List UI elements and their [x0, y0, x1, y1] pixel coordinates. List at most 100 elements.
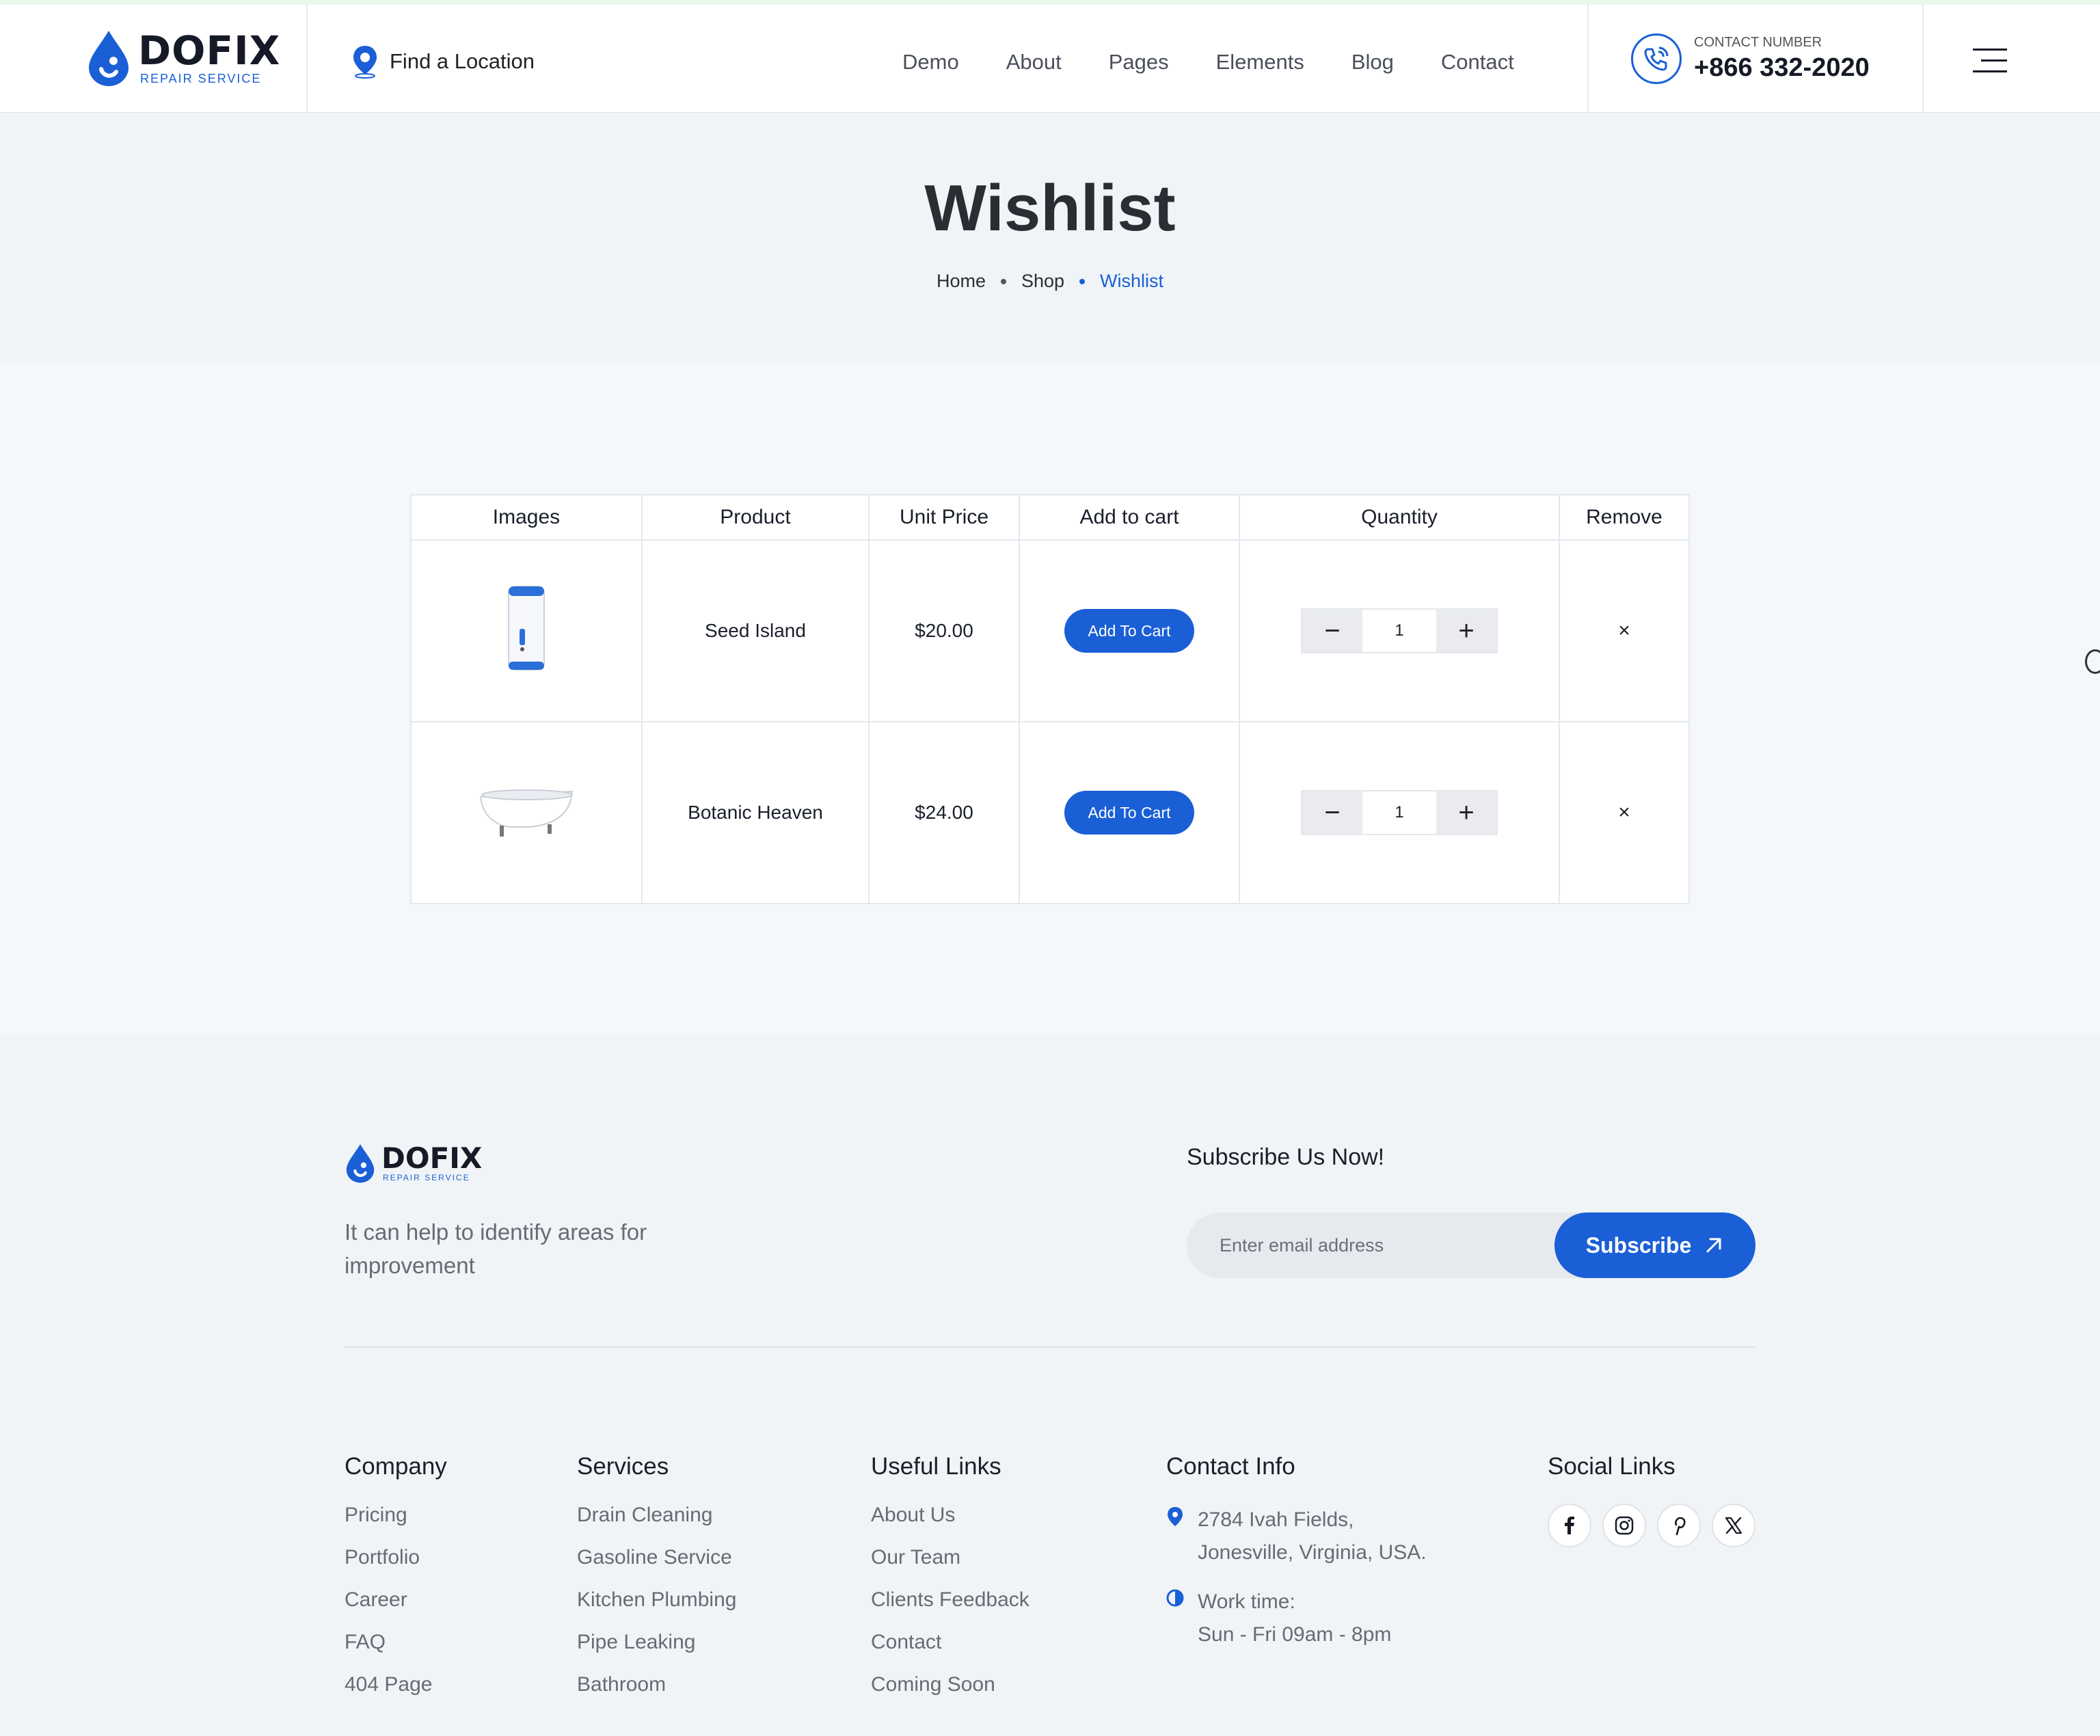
footer-services-column: Services Drain Cleaning Gasoline Service…: [577, 1453, 736, 1715]
company-heading: Company: [345, 1453, 447, 1480]
phone-icon: [1631, 33, 1682, 84]
footer-social-column: Social Links: [1548, 1453, 1766, 1547]
nav-blog[interactable]: Blog: [1351, 50, 1394, 74]
nav-about[interactable]: About: [1006, 50, 1062, 74]
pinterest-icon[interactable]: [1657, 1504, 1701, 1547]
contact-info-heading: Contact Info: [1166, 1453, 1295, 1480]
table-row: Botanic Heaven $24.00 Add To Cart − 1 + …: [410, 721, 1690, 904]
link-bathroom[interactable]: Bathroom: [577, 1673, 736, 1715]
col-images: Images: [410, 494, 643, 541]
unit-price: $20.00: [868, 539, 1020, 722]
nav-pages[interactable]: Pages: [1109, 50, 1169, 74]
col-quantity: Quantity: [1239, 494, 1560, 541]
contact-number-block[interactable]: CONTACT NUMBER +866 332-2020: [1631, 33, 1870, 84]
link-gasoline-service[interactable]: Gasoline Service: [577, 1546, 736, 1588]
useful-links-heading: Useful Links: [871, 1453, 1001, 1480]
link-portfolio[interactable]: Portfolio: [345, 1546, 447, 1588]
link-career[interactable]: Career: [345, 1588, 447, 1631]
remove-icon[interactable]: ×: [1618, 619, 1630, 642]
facebook-icon[interactable]: [1548, 1504, 1591, 1547]
product-name[interactable]: Seed Island: [641, 539, 870, 722]
link-about-us[interactable]: About Us: [871, 1504, 1029, 1546]
subscribe-button[interactable]: Subscribe: [1554, 1212, 1755, 1278]
remove-icon[interactable]: ×: [1618, 801, 1630, 824]
page-title: Wishlist: [924, 172, 1176, 245]
remove-cell: ×: [1559, 539, 1690, 722]
find-location-link[interactable]: Find a Location: [350, 44, 535, 79]
qty-plus-button[interactable]: +: [1436, 791, 1496, 834]
work-time-hours: Sun - Fri 09am - 8pm: [1198, 1623, 1392, 1646]
brand-name: DOFIX: [138, 27, 281, 74]
social-links-heading: Social Links: [1548, 1453, 1675, 1480]
email-input[interactable]: [1220, 1212, 1548, 1278]
address-item: 2784 Ivah Fields, Jonesville, Virginia, …: [1166, 1504, 1427, 1569]
link-coming-soon[interactable]: Coming Soon: [871, 1673, 1029, 1715]
quantity-cell: − 1 +: [1239, 721, 1560, 904]
qty-value[interactable]: 1: [1362, 610, 1436, 652]
address-line-1: 2784 Ivah Fields,: [1198, 1508, 1354, 1531]
site-header: DOFIX REPAIR SERVICE Find a Location Dem…: [0, 5, 2100, 113]
qty-value[interactable]: 1: [1362, 791, 1436, 834]
link-drain-cleaning[interactable]: Drain Cleaning: [577, 1504, 736, 1546]
footer-brand-tagline: REPAIR SERVICE: [383, 1173, 470, 1182]
link-clients-feedback[interactable]: Clients Feedback: [871, 1588, 1029, 1631]
add-to-cart-button[interactable]: Add To Cart: [1064, 791, 1194, 835]
col-unit-price: Unit Price: [868, 494, 1020, 541]
footer-useful-links-column: Useful Links About Us Our Team Clients F…: [871, 1453, 1029, 1715]
brand-logo[interactable]: DOFIX REPAIR SERVICE: [86, 29, 280, 87]
link-pipe-leaking[interactable]: Pipe Leaking: [577, 1631, 736, 1673]
table-row: Seed Island $20.00 Add To Cart − 1 + ×: [410, 539, 1690, 722]
hamburger-menu-icon[interactable]: [1973, 49, 2007, 73]
work-time-label: Work time:: [1198, 1590, 1295, 1613]
product-image-cell: [410, 539, 643, 722]
subscribe-label: Subscribe: [1585, 1232, 1692, 1258]
nav-demo[interactable]: Demo: [902, 50, 959, 74]
link-404[interactable]: 404 Page: [345, 1673, 447, 1715]
add-to-cart-cell: Add To Cart: [1019, 721, 1240, 904]
add-to-cart-button[interactable]: Add To Cart: [1064, 609, 1194, 653]
social-icons: [1548, 1504, 1766, 1547]
address-line-2: Jonesville, Virginia, USA.: [1198, 1541, 1427, 1564]
contact-label: CONTACT NUMBER: [1694, 35, 1822, 50]
water-drop-icon: [89, 31, 129, 86]
footer-contact-column: Contact Info 2784 Ivah Fields, Jonesvill…: [1166, 1453, 1427, 1668]
nav-elements[interactable]: Elements: [1216, 50, 1304, 74]
arrow-up-right-icon: [1706, 1238, 1721, 1253]
link-faq[interactable]: FAQ: [345, 1631, 447, 1673]
header-divider: [1922, 5, 1924, 113]
link-kitchen-plumbing[interactable]: Kitchen Plumbing: [577, 1588, 736, 1631]
site-footer: [0, 1033, 2100, 1736]
footer-divider: [345, 1346, 1755, 1348]
nav-contact[interactable]: Contact: [1441, 50, 1514, 74]
brand-wordmark: DOFIX REPAIR SERVICE: [138, 31, 280, 86]
col-add-to-cart: Add to cart: [1019, 494, 1240, 541]
top-accent-line: [0, 0, 2100, 5]
contact-number: +866 332-2020: [1694, 53, 1870, 82]
quantity-cell: − 1 +: [1239, 539, 1560, 722]
qty-plus-button[interactable]: +: [1436, 610, 1496, 652]
breadcrumb-home[interactable]: Home: [937, 271, 986, 292]
instagram-icon[interactable]: [1602, 1504, 1646, 1547]
work-time-item: Work time: Sun - Fri 09am - 8pm: [1166, 1586, 1427, 1651]
unit-price: $24.00: [868, 721, 1020, 904]
x-icon[interactable]: [1712, 1504, 1755, 1547]
bathtub-image[interactable]: [475, 776, 578, 845]
footer-company-column: Company Pricing Portfolio Career FAQ 404…: [345, 1453, 447, 1715]
location-pin-icon: [1168, 1507, 1183, 1526]
breadcrumb-separator: [1079, 278, 1086, 284]
product-name[interactable]: Botanic Heaven: [641, 721, 870, 904]
footer-description: It can help to identify areas for improv…: [345, 1219, 647, 1278]
header-divider: [306, 5, 308, 113]
qty-minus-button[interactable]: −: [1302, 791, 1362, 834]
scroll-side-icon[interactable]: [2085, 649, 2100, 674]
link-contact[interactable]: Contact: [871, 1631, 1029, 1673]
qty-minus-button[interactable]: −: [1302, 610, 1362, 652]
link-pricing[interactable]: Pricing: [345, 1504, 447, 1546]
footer-logo[interactable]: DOFIX REPAIR SERVICE: [345, 1143, 482, 1184]
water-heater-image[interactable]: [499, 581, 554, 677]
link-our-team[interactable]: Our Team: [871, 1546, 1029, 1588]
subscribe-form: Subscribe: [1187, 1212, 1755, 1278]
subscribe-heading: Subscribe Us Now!: [1187, 1144, 1385, 1170]
breadcrumb-shop[interactable]: Shop: [1021, 271, 1064, 292]
remove-cell: ×: [1559, 721, 1690, 904]
